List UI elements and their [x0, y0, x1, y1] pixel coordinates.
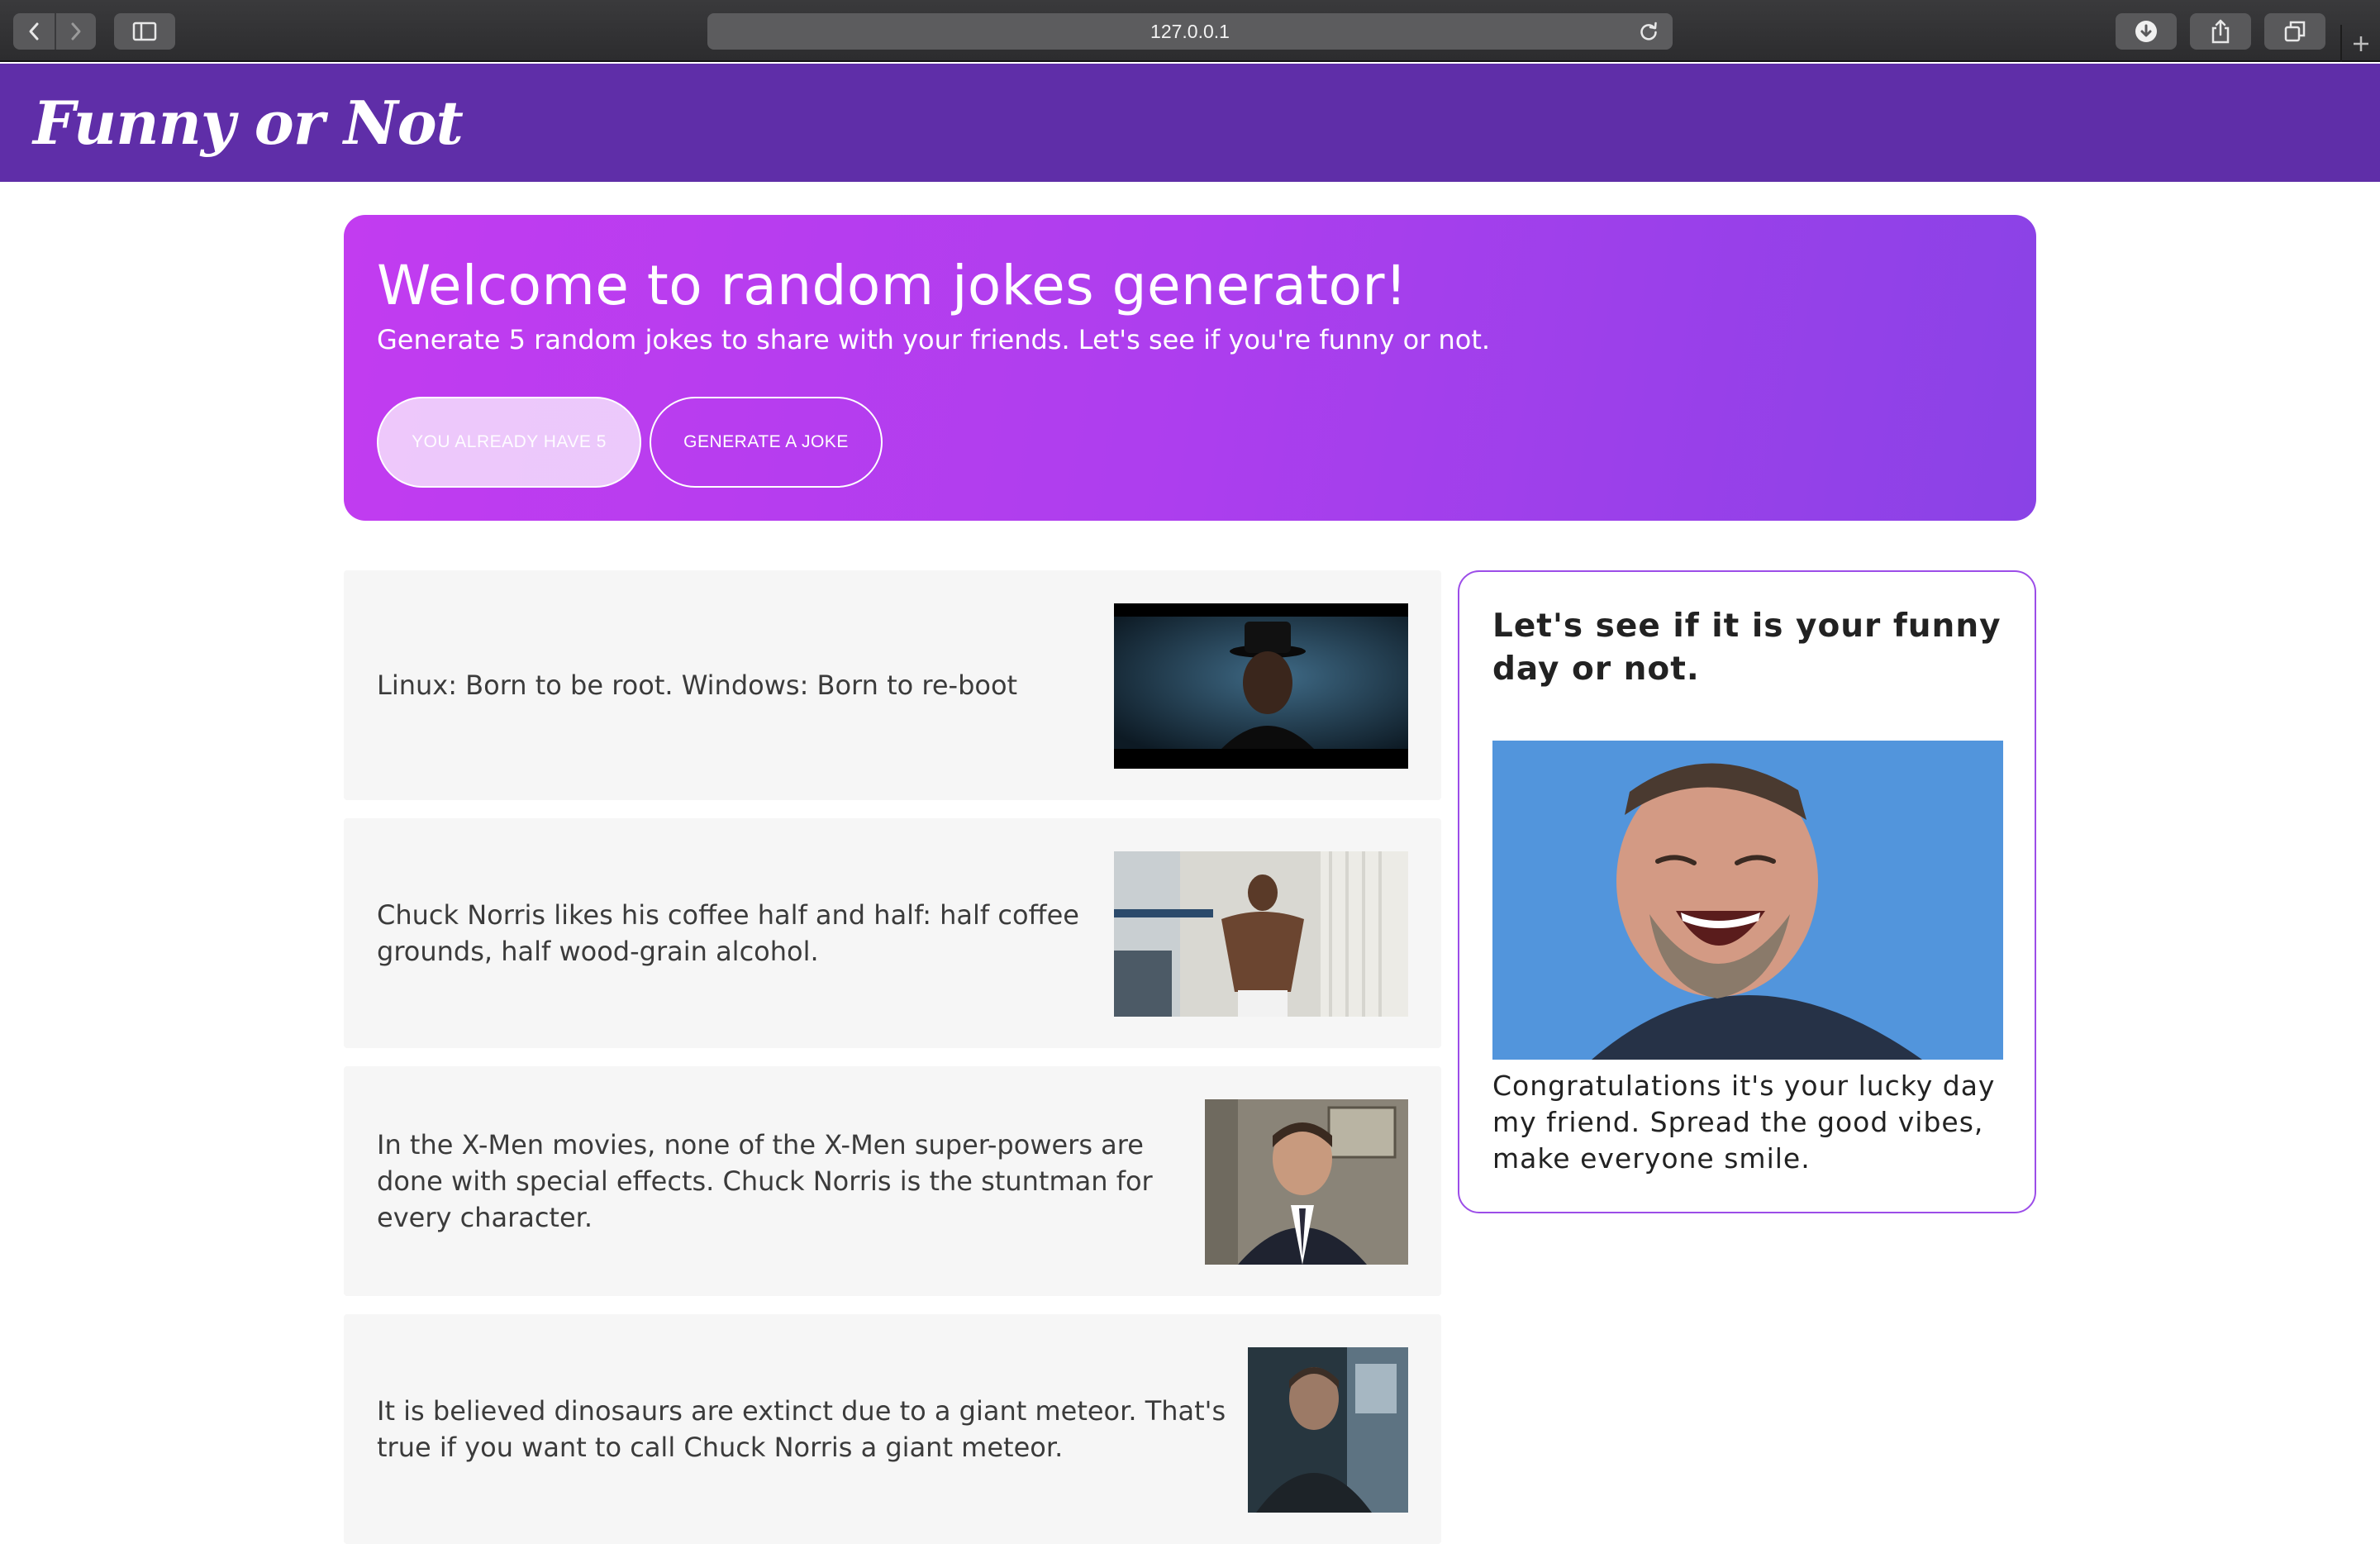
hero-title: Welcome to random jokes generator!: [377, 254, 1407, 317]
share-icon: [2211, 19, 2230, 44]
man-in-top-hat-image: [1114, 603, 1408, 769]
reload-button[interactable]: [1638, 21, 1659, 47]
downloads-button[interactable]: [2116, 13, 2177, 50]
new-tab-button[interactable]: [2340, 25, 2380, 62]
sidebar-icon: [132, 21, 157, 41]
browser-toolbar: 127.0.0.1: [0, 0, 2380, 62]
forward-button[interactable]: [55, 13, 96, 50]
url-text: 127.0.0.1: [1150, 20, 1230, 42]
joke-card: In the X-Men movies, none of the X-Men s…: [344, 1066, 1441, 1296]
hero-actions: YOU ALREADY HAVE 5 GENERATE A JOKE: [377, 397, 883, 488]
nav-buttons: [13, 13, 96, 50]
joke-gif: [1248, 1347, 1408, 1513]
joke-gif: [1114, 603, 1408, 769]
site-header: Funny or Not: [0, 64, 2380, 182]
man-laughing-image: [1492, 741, 2003, 1060]
funny-day-title: Let's see if it is your funny day or not…: [1492, 608, 2002, 688]
joke-text: In the X-Men movies, none of the X-Men s…: [377, 1129, 1153, 1233]
tabs-overview-button[interactable]: [2264, 13, 2325, 50]
joke-card: Linux: Born to be root. Windows: Born to…: [344, 570, 1441, 800]
joke-text: Linux: Born to be root. Windows: Born to…: [377, 670, 1018, 701]
joke-text: It is believed dinosaurs are extinct due…: [377, 1395, 1226, 1463]
share-button[interactable]: [2190, 13, 2251, 50]
funny-day-message: Congratulations it's your lucky day my f…: [1492, 1070, 1996, 1175]
funny-day-gif: [1492, 741, 2003, 1060]
already-have-5-button[interactable]: YOU ALREADY HAVE 5: [377, 397, 641, 488]
tabs-icon: [2284, 21, 2306, 42]
joke-card: Chuck Norris likes his coffee half and h…: [344, 818, 1441, 1048]
joke-card: It is believed dinosaurs are extinct due…: [344, 1314, 1441, 1544]
joke-text: Chuck Norris likes his coffee half and h…: [377, 899, 1079, 967]
funny-day-card: Let's see if it is your funny day or not…: [1458, 570, 2036, 1213]
download-icon: [2135, 21, 2157, 42]
man-in-shower-image: [1114, 851, 1408, 1017]
hero-banner: Welcome to random jokes generator! Gener…: [344, 215, 2036, 521]
sidebar-button[interactable]: [114, 13, 175, 50]
plus-icon: [2354, 36, 2368, 51]
site-logo[interactable]: Funny or Not: [33, 88, 464, 158]
man-in-suit-office-image: [1205, 1099, 1408, 1265]
back-button[interactable]: [13, 13, 55, 50]
joke-gif: [1114, 851, 1408, 1017]
joke-gif: [1205, 1099, 1408, 1265]
generate-joke-button[interactable]: GENERATE A JOKE: [650, 397, 883, 488]
hero-subtitle: Generate 5 random jokes to share with yo…: [377, 323, 1491, 355]
reload-icon: [1640, 21, 1657, 41]
chevron-right-icon: [71, 22, 81, 41]
man-in-hallway-image: [1248, 1347, 1408, 1513]
chevron-left-icon: [29, 22, 39, 41]
address-bar[interactable]: 127.0.0.1: [707, 13, 1673, 50]
